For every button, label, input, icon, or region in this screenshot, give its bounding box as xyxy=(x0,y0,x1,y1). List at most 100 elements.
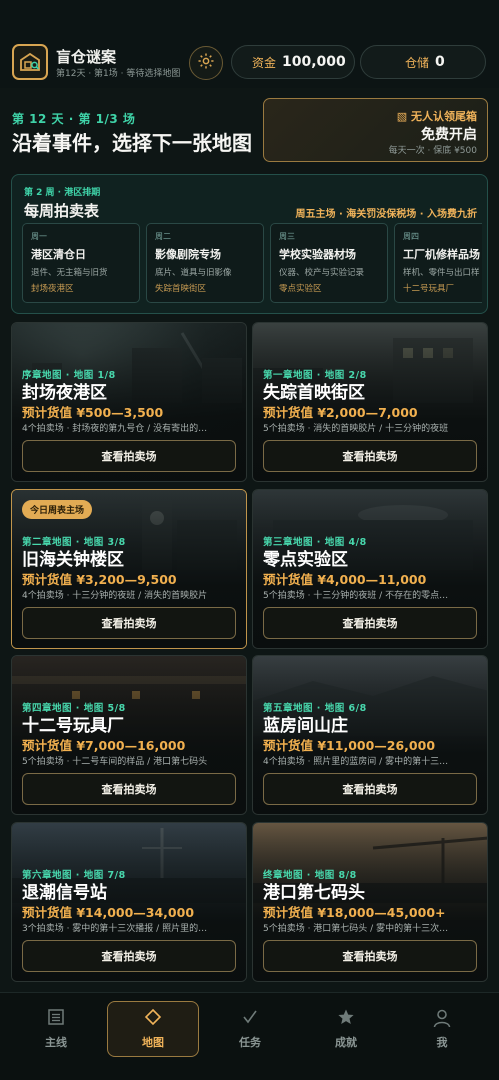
day-card-mon[interactable]: 周一 港区清仓日 退件、无主箱与旧货 封场夜港区 xyxy=(22,223,140,303)
view-auctions-button[interactable]: 查看拍卖场 xyxy=(22,607,236,639)
map-card[interactable]: 第五章地图 · 地图 6/8 蓝房间山庄 预计货值 ¥11,000—26,000… xyxy=(252,655,488,815)
day-card-desc: 退件、无主箱与旧货 xyxy=(31,268,108,278)
nav-label: 地图 xyxy=(142,1036,164,1049)
weekly-days-scroller[interactable]: 周一 港区清仓日 退件、无主箱与旧货 封场夜港区 周二 影像剧院专场 底片、道具… xyxy=(22,223,482,303)
map-card[interactable]: 第六章地图 · 地图 7/8 退潮信号站 预计货值 ¥14,000—34,000… xyxy=(11,822,247,982)
day-card-tue[interactable]: 周二 影像剧院专场 底片、道具与旧影像 失踪首映街区 xyxy=(146,223,264,303)
view-auctions-button[interactable]: 查看拍卖场 xyxy=(22,440,236,472)
bottom-nav: 主线 地图 任务 成就 我 xyxy=(0,992,499,1080)
map-value-range: 预计货值 ¥7,000—16,000 xyxy=(22,738,186,753)
map-name: 失踪首映街区 xyxy=(263,383,365,403)
storage-value: 0 xyxy=(435,54,445,70)
app-title: 盲仓谜案 xyxy=(56,48,117,66)
map-value-range: 预计货值 ¥11,000—26,000 xyxy=(263,738,436,753)
nav-label: 成就 xyxy=(335,1036,357,1049)
view-auctions-button[interactable]: 查看拍卖场 xyxy=(22,773,236,805)
nav-item-map[interactable]: 地图 xyxy=(107,1001,199,1057)
weekly-title: 每周拍卖表 xyxy=(24,202,100,220)
funds-label: 资金 xyxy=(252,55,277,70)
day-card-weekday: 周三 xyxy=(279,232,295,241)
app-subtitle: 第12天 · 第1场 · 等待选择地图 xyxy=(56,69,181,79)
view-auctions-button[interactable]: 查看拍卖场 xyxy=(263,773,477,805)
free-crate-title: ▧ 无人认领尾箱 xyxy=(396,110,477,123)
diamond-icon xyxy=(144,1008,162,1030)
map-value-range: 预计货值 ¥18,000—45,000+ xyxy=(263,905,446,920)
map-value-range: 预计货值 ¥2,000—7,000 xyxy=(263,405,418,420)
gear-icon xyxy=(197,52,215,74)
map-description: 4个拍卖场 · 十三分钟的夜班 / 消失的首映胶片 xyxy=(22,591,208,601)
map-card[interactable]: 序章地图 · 地图 1/8 封场夜港区 预计货值 ¥500—3,500 4个拍卖… xyxy=(11,322,247,482)
nav-item-profile[interactable]: 我 xyxy=(396,1001,488,1057)
map-value-range: 预计货值 ¥500—3,500 xyxy=(22,405,164,420)
map-name: 旧海关钟楼区 xyxy=(22,550,124,570)
map-name: 十二号玩具厂 xyxy=(22,716,124,736)
nav-item-main[interactable]: 主线 xyxy=(10,1001,102,1057)
storage-display[interactable]: 仓储 0 xyxy=(360,45,486,79)
day-card-title: 工厂机修样品场 xyxy=(403,248,480,261)
weekly-note: 周五主场 · 海关罚没保税场 · 入场费九折 xyxy=(295,209,477,220)
nav-item-achievements[interactable]: 成就 xyxy=(300,1001,392,1057)
day-progress: 第 12 天 · 第 1/3 场 xyxy=(12,112,136,126)
map-description: 5个拍卖场 · 十二号车间的样品 / 港口第七码头 xyxy=(22,757,208,767)
nav-label: 主线 xyxy=(45,1036,67,1049)
day-card-wed[interactable]: 周三 学校实验器材场 仪器、校产与实验记录 零点实验区 xyxy=(270,223,388,303)
map-name: 退潮信号站 xyxy=(22,883,107,903)
weekly-schedule-panel: 第 2 周 · 港区排期 每周拍卖表 周五主场 · 海关罚没保税场 · 入场费九… xyxy=(11,174,488,314)
view-auctions-button[interactable]: 查看拍卖场 xyxy=(263,607,477,639)
storage-label: 仓储 xyxy=(405,55,430,70)
day-card-location: 失踪首映街区 xyxy=(155,284,207,294)
day-card-title: 港区清仓日 xyxy=(31,248,86,261)
map-description: 4个拍卖场 · 照片里的蓝房间 / 雾中的第十三… xyxy=(263,757,449,767)
day-card-title: 学校实验器材场 xyxy=(279,248,356,261)
map-description: 4个拍卖场 · 封场夜的第九号仓 / 没有寄出的… xyxy=(22,424,208,434)
free-crate-note: 每天一次 · 保底 ¥500 xyxy=(388,146,477,156)
nav-label: 我 xyxy=(436,1036,448,1049)
view-auctions-button[interactable]: 查看拍卖场 xyxy=(263,440,477,472)
top-bar: 盲仓谜案 第12天 · 第1场 · 等待选择地图 资金 100,000 仓储 0 xyxy=(0,0,499,88)
day-card-desc: 样机、零件与出口样 xyxy=(403,268,480,278)
map-name: 蓝房间山庄 xyxy=(263,716,348,736)
funds-display: 资金 100,000 xyxy=(231,45,355,79)
map-name: 零点实验区 xyxy=(263,550,348,570)
map-name: 封场夜港区 xyxy=(22,383,107,403)
funds-value: 100,000 xyxy=(282,54,346,70)
map-card[interactable]: 第一章地图 · 地图 2/8 失踪首映街区 预计货值 ¥2,000—7,000 … xyxy=(252,322,488,482)
day-card-location: 零点实验区 xyxy=(279,284,322,294)
view-auctions-button[interactable]: 查看拍卖场 xyxy=(263,940,477,972)
star-icon xyxy=(337,1008,355,1030)
list-icon xyxy=(47,1008,65,1030)
app-root: 盲仓谜案 第12天 · 第1场 · 等待选择地图 资金 100,000 仓储 0… xyxy=(0,0,499,1080)
map-description: 5个拍卖场 · 港口第七码头 / 雾中的第十三次… xyxy=(263,924,449,934)
view-auctions-button[interactable]: 查看拍卖场 xyxy=(22,940,236,972)
day-card-title: 影像剧院专场 xyxy=(155,248,221,261)
day-card-location: 十二号玩具厂 xyxy=(403,284,455,294)
app-logo-icon xyxy=(12,44,48,80)
map-value-range: 预计货值 ¥14,000—34,000 xyxy=(22,905,195,920)
map-card[interactable]: 终章地图 · 地图 8/8 港口第七码头 预计货值 ¥18,000—45,000… xyxy=(252,822,488,982)
map-name: 港口第七码头 xyxy=(263,883,365,903)
day-card-weekday: 周一 xyxy=(31,232,47,241)
map-card[interactable]: 第三章地图 · 地图 4/8 零点实验区 预计货值 ¥4,000—11,000 … xyxy=(252,489,488,649)
check-icon xyxy=(241,1008,259,1030)
map-description: 3个拍卖场 · 雾中的第十三次播报 / 照片里的… xyxy=(22,924,208,934)
day-card-thu[interactable]: 周四 工厂机修样品场 样机、零件与出口样 十二号玩具厂 xyxy=(394,223,482,303)
person-icon xyxy=(432,1008,452,1030)
settings-button[interactable] xyxy=(189,46,223,80)
map-value-range: 预计货值 ¥3,200—9,500 xyxy=(22,572,177,587)
page-headline: 沿着事件，选择下一张地图 xyxy=(12,131,252,155)
free-crate-offer[interactable]: ▧ 无人认领尾箱 免费开启 每天一次 · 保底 ¥500 xyxy=(263,98,488,162)
free-crate-action: 免费开启 xyxy=(421,127,477,143)
day-card-weekday: 周二 xyxy=(155,232,171,241)
map-card-featured[interactable]: 今日周表主场 第二章地图 · 地图 3/8 旧海关钟楼区 预计货值 ¥3,200… xyxy=(11,489,247,649)
map-card[interactable]: 第四章地图 · 地图 5/8 十二号玩具厂 预计货值 ¥7,000—16,000… xyxy=(11,655,247,815)
featured-badge: 今日周表主场 xyxy=(22,500,93,519)
map-value-range: 预计货值 ¥4,000—11,000 xyxy=(263,572,427,587)
map-description: 5个拍卖场 · 消失的首映胶片 / 十三分钟的夜班 xyxy=(263,424,449,434)
weekly-tag: 第 2 周 · 港区排期 xyxy=(24,188,101,198)
day-card-desc: 仪器、校产与实验记录 xyxy=(279,268,365,278)
day-card-weekday: 周四 xyxy=(403,232,419,241)
day-card-location: 封场夜港区 xyxy=(31,284,74,294)
map-description: 5个拍卖场 · 十三分钟的夜班 / 不存在的零点… xyxy=(263,591,449,601)
day-card-desc: 底片、道具与旧影像 xyxy=(155,268,232,278)
nav-item-tasks[interactable]: 任务 xyxy=(204,1001,296,1057)
